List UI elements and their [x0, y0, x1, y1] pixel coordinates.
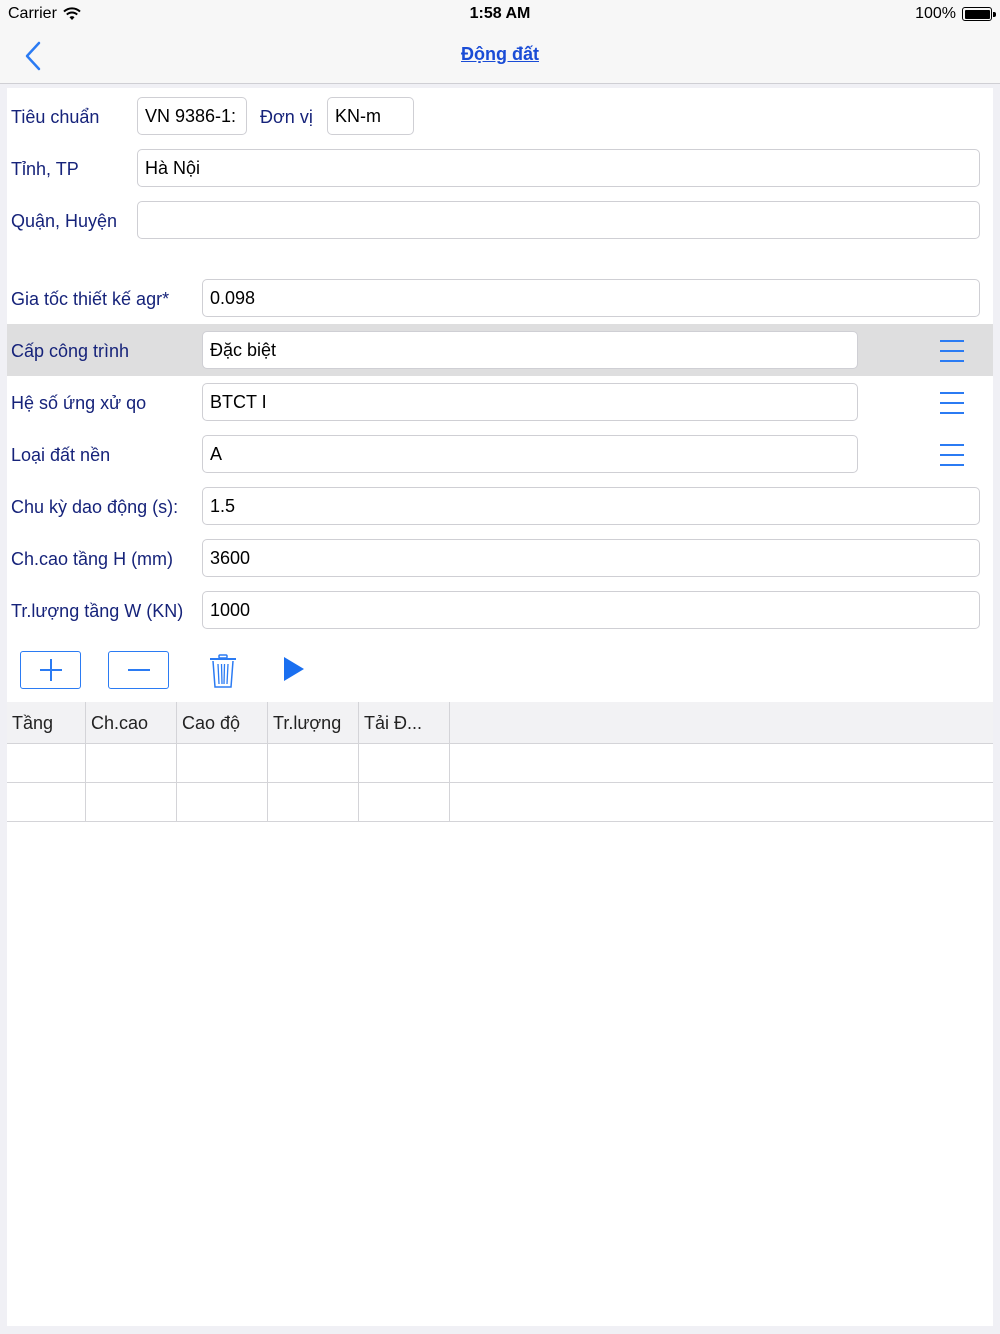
table-row[interactable] [7, 783, 993, 822]
table-cell[interactable] [359, 744, 450, 783]
floors-table: Tầng Ch.cao Cao độ Tr.lượng Tải Đ... [7, 702, 993, 822]
trash-icon[interactable] [209, 654, 237, 688]
behavior-label: Hệ số ứng xử qo [11, 393, 147, 413]
table-row[interactable] [7, 744, 993, 783]
accel-label: Gia tốc thiết kế agr* [11, 289, 170, 309]
status-bar: Carrier 1:58 AM 100% [0, 0, 1000, 28]
weight-label: Tr.lượng tầng W (KN) [11, 601, 184, 621]
district-field[interactable] [137, 201, 980, 239]
behavior-list-icon[interactable] [940, 392, 964, 414]
table-cell[interactable] [86, 744, 177, 783]
remove-row-button[interactable] [108, 651, 169, 689]
height-label: Ch.cao tầng H (mm) [11, 549, 174, 569]
main-content: Tiêu chuẩn Đơn vị Tỉnh, TP Quận, Huyện G… [7, 88, 993, 1326]
soil-label: Loại đất nền [11, 445, 111, 465]
province-label: Tỉnh, TP [11, 159, 79, 179]
height-field[interactable] [202, 539, 980, 577]
soil-value: A [210, 443, 223, 464]
column-header[interactable]: Tải Đ... [359, 702, 450, 744]
class-value: Đặc biệt [210, 339, 277, 360]
soil-list-icon[interactable] [940, 444, 964, 466]
weight-field[interactable] [202, 591, 980, 629]
soil-field[interactable]: A [202, 435, 858, 473]
battery-icon [962, 7, 996, 21]
period-label: Chu kỳ dao động (s): [11, 497, 179, 517]
class-list-icon[interactable] [940, 340, 964, 362]
play-icon[interactable] [283, 656, 305, 682]
behavior-value: BTCT I [210, 391, 267, 412]
class-field[interactable]: Đặc biệt [202, 331, 858, 369]
province-field[interactable] [137, 149, 980, 187]
table-cell[interactable] [86, 783, 177, 822]
column-header[interactable]: Tầng [7, 702, 86, 744]
add-row-button[interactable] [20, 651, 81, 689]
unit-field[interactable] [327, 97, 414, 135]
table-header: Tầng Ch.cao Cao độ Tr.lượng Tải Đ... [7, 702, 993, 744]
table-cell[interactable] [359, 783, 450, 822]
status-time: 1:58 AM [469, 5, 531, 22]
battery-percent: 100% [915, 5, 956, 22]
district-label: Quận, Huyện [11, 211, 118, 231]
page-title[interactable]: Động đất [0, 44, 1000, 65]
standard-label: Tiêu chuẩn [11, 107, 100, 127]
table-cell[interactable] [177, 783, 268, 822]
table-cell[interactable] [7, 744, 86, 783]
class-label: Cấp công trình [11, 341, 130, 361]
column-header[interactable]: Ch.cao [86, 702, 177, 744]
period-field[interactable] [202, 487, 980, 525]
table-cell[interactable] [268, 744, 359, 783]
nav-bar: Động đất [0, 28, 1000, 84]
table-cell[interactable] [177, 744, 268, 783]
column-header[interactable]: Tr.lượng [268, 702, 359, 744]
accel-field[interactable] [202, 279, 980, 317]
table-cell[interactable] [7, 783, 86, 822]
behavior-field[interactable]: BTCT I [202, 383, 858, 421]
standard-field[interactable] [137, 97, 247, 135]
column-header[interactable]: Cao độ [177, 702, 268, 744]
table-cell[interactable] [268, 783, 359, 822]
unit-label: Đơn vị [260, 107, 313, 127]
